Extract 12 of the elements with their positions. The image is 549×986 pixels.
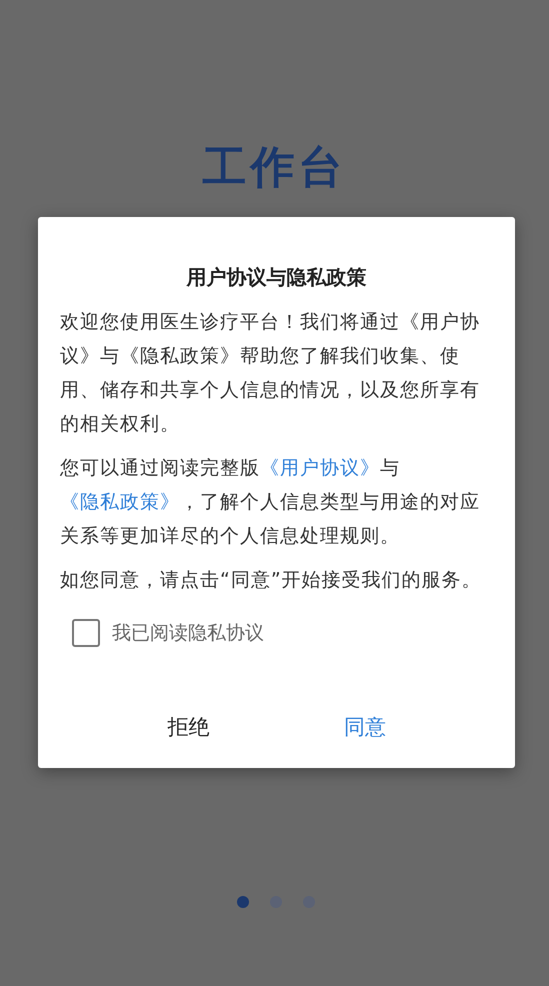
dialog-button[interactable]: 同意 (276, 704, 453, 750)
paragraph: 如您同意，请点击“同意”开始接受我们的服务。 (60, 568, 483, 593)
page-indicator-dot[interactable] (237, 896, 249, 908)
checkbox-label[interactable]: 我已阅读隐私协议 (112, 620, 264, 646)
page-title: 工作台 (202, 141, 346, 195)
dialog-button[interactable]: 拒绝 (100, 704, 276, 750)
policy-link[interactable]: 《隐私政策》 (60, 491, 180, 513)
paragraph: 您可以通过阅读完整版《用户协议》与 《隐私政策》，了解个人信息类型与用途的对应关系等更加详尽的个人信息处理规则。 (60, 456, 481, 549)
dialog-title: 用户协议与隐私政策 (186, 264, 366, 291)
paragraph: 欢迎您使用医生诊疗平台！我们将通过《用户协议》与《隐私政策》帮助您了解我们收集、使用、储存和共享个人信息的情况，以及您所享有的相关权利。 (60, 310, 481, 437)
policy-link[interactable]: 《用户协议》 (260, 457, 380, 479)
checkbox[interactable] (72, 619, 100, 647)
